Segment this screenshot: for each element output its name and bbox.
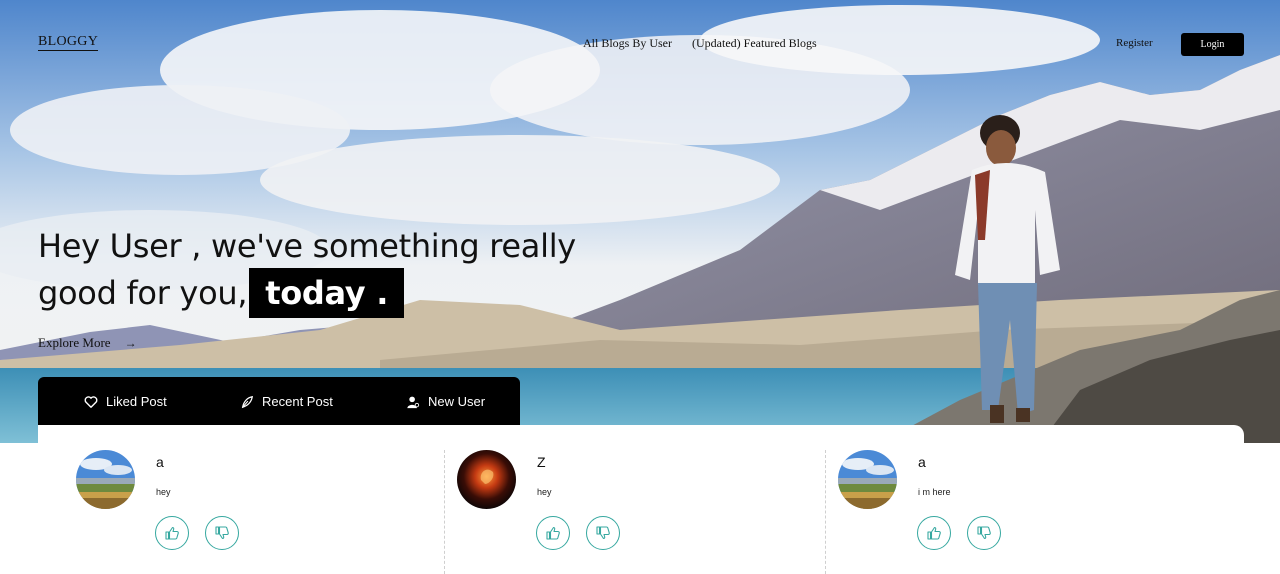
tab-new-user-label: New User [428, 394, 486, 409]
heart-icon [84, 395, 98, 408]
thumbs-down-icon [596, 526, 610, 540]
thumbs-down-icon [977, 526, 991, 540]
post-title[interactable]: a [918, 454, 926, 470]
dislike-button[interactable] [205, 516, 239, 550]
avatar[interactable] [457, 450, 516, 509]
dislike-button[interactable] [967, 516, 1001, 550]
post-body: hey [537, 487, 552, 497]
main-nav: All Blogs By User (Updated) Featured Blo… [583, 36, 817, 51]
thumbs-up-icon [546, 526, 560, 540]
post-card[interactable]: Z hey [457, 450, 827, 570]
post-title[interactable]: Z [537, 454, 546, 470]
explore-more-label: Explore More [38, 335, 111, 350]
post-title[interactable]: a [156, 454, 164, 470]
avatar[interactable] [838, 450, 897, 509]
brand-logo[interactable]: BLOGGY [38, 34, 99, 51]
fire-avatar-image [457, 450, 516, 509]
thumbs-up-icon [927, 526, 941, 540]
tab-liked-post-label: Liked Post [106, 394, 167, 409]
like-button[interactable] [917, 516, 951, 550]
nav-featured-blogs[interactable]: (Updated) Featured Blogs [692, 36, 817, 51]
like-button[interactable] [536, 516, 570, 550]
avatar[interactable] [76, 450, 135, 509]
post-card[interactable]: a hey [76, 450, 446, 570]
post-card[interactable]: a i m here [838, 450, 1208, 570]
dislike-button[interactable] [586, 516, 620, 550]
feather-icon [241, 395, 253, 408]
tab-recent-post-label: Recent Post [262, 394, 333, 409]
headline-line-2: good for you, [38, 274, 248, 312]
thumbs-up-icon [165, 526, 179, 540]
post-body: hey [156, 487, 171, 497]
user-icon [407, 396, 420, 408]
login-button[interactable]: Login [1181, 33, 1244, 56]
landscape-avatar-image [838, 450, 897, 509]
register-link[interactable]: Register [1116, 37, 1153, 49]
headline-highlight: today . [249, 268, 405, 318]
hero-headline: Hey User , we've something really good f… [38, 224, 598, 318]
nav-all-blogs-by-user[interactable]: All Blogs By User [583, 36, 672, 51]
arrow-right-icon: → [124, 335, 137, 350]
post-body: i m here [918, 487, 951, 497]
post-tabs: Liked Post Recent Post New User [38, 377, 520, 425]
tab-new-user[interactable]: New User [406, 394, 485, 409]
like-button[interactable] [155, 516, 189, 550]
explore-more-link[interactable]: Explore More → [38, 335, 137, 351]
landscape-avatar-image [76, 450, 135, 509]
thumbs-down-icon [215, 526, 229, 540]
tab-liked-post[interactable]: Liked Post [84, 394, 167, 409]
tab-recent-post[interactable]: Recent Post [240, 394, 333, 409]
headline-line-1: Hey User , we've something really [38, 227, 576, 265]
